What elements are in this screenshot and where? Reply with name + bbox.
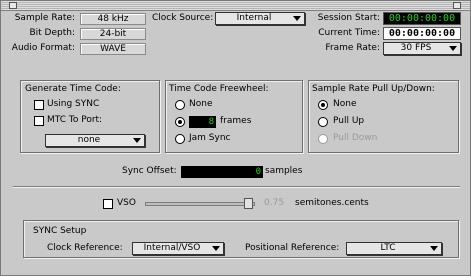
freewheel-none-label: None: [189, 99, 213, 109]
frame-rate-popup[interactable]: 30 FPS: [383, 42, 461, 55]
pull-up-down-title: Sample Rate Pull Up/Down:: [312, 84, 435, 94]
audio-format-label: Audio Format:: [11, 43, 75, 53]
mtc-port-popup[interactable]: none: [45, 134, 145, 147]
divider: [13, 186, 460, 188]
generate-time-code-title: Generate Time Code:: [25, 84, 121, 94]
clock-source-popup[interactable]: Internal: [215, 12, 305, 25]
vso-label: VSO: [117, 198, 136, 208]
pull-up-label: Pull Up: [333, 116, 365, 126]
mtc-to-port-checkbox[interactable]: [34, 116, 44, 126]
window-title-bar[interactable]: [1, 1, 470, 11]
mtc-to-port-label: MTC To Port:: [47, 115, 103, 125]
sync-offset-label: Sync Offset:: [122, 166, 177, 176]
session-setup-window: Sample Rate: 48 kHz Bit Depth: 24-bit Au…: [0, 0, 471, 276]
chevron-down-icon: [293, 16, 301, 21]
pull-down-radio: [318, 134, 328, 144]
positional-reference-value: LTC: [380, 243, 396, 253]
freewheel-frames-field[interactable]: 8: [189, 116, 216, 128]
session-start-label: Session Start:: [317, 13, 380, 23]
vso-slider-thumb[interactable]: [244, 198, 253, 209]
current-time-counter: 00:00:00:00: [383, 27, 461, 40]
clock-reference-popup[interactable]: Internal/VSO: [132, 242, 224, 255]
sync-offset-unit: samples: [265, 166, 303, 176]
freewheel-none-radio[interactable]: [175, 100, 185, 110]
clock-reference-value: Internal/VSO: [143, 243, 201, 253]
frame-rate-label: Frame Rate:: [325, 43, 380, 53]
freewheel-jam-sync-label: Jam Sync: [189, 133, 231, 143]
sync-setup-title: SYNC Setup: [33, 226, 87, 236]
positional-reference-popup[interactable]: LTC: [346, 242, 442, 255]
positional-reference-label: Positional Reference:: [245, 243, 340, 253]
pull-up-radio[interactable]: [318, 117, 328, 127]
zoom-box-icon[interactable]: [453, 2, 461, 9]
chevron-down-icon: [449, 46, 457, 51]
vso-unit: semitones.cents: [295, 198, 369, 208]
clock-reference-label: Clock Reference:: [47, 243, 123, 253]
vso-checkbox[interactable]: [103, 199, 113, 209]
vso-slider-track[interactable]: [145, 202, 255, 206]
pull-none-radio[interactable]: [318, 100, 328, 110]
using-sync-label: Using SYNC: [47, 99, 100, 109]
freewheel-title: Time Code Freewheel:: [169, 84, 269, 94]
clock-source-label: Clock Source:: [152, 13, 214, 23]
audio-format-value: WAVE: [80, 43, 146, 55]
bit-depth-label: Bit Depth:: [29, 28, 75, 38]
close-box-icon[interactable]: [9, 2, 17, 9]
chevron-down-icon: [212, 246, 220, 251]
sample-rate-value: 48 kHz: [80, 13, 146, 25]
frame-rate-value: 30 FPS: [400, 43, 432, 53]
pull-none-label: None: [333, 99, 357, 109]
clock-source-value: Internal: [236, 13, 272, 23]
using-sync-checkbox[interactable]: [34, 100, 44, 110]
mtc-port-value: none: [77, 135, 101, 145]
sample-rate-label: Sample Rate:: [14, 13, 75, 23]
freewheel-jam-sync-radio[interactable]: [175, 134, 185, 144]
freewheel-frames-radio[interactable]: [175, 117, 185, 127]
current-time-label: Current Time:: [318, 28, 380, 38]
sync-offset-field[interactable]: 0: [181, 166, 263, 178]
pull-down-label: Pull Down: [333, 133, 378, 143]
session-start-counter[interactable]: 00:00:00:00: [383, 12, 461, 25]
vso-value: 0.75: [264, 198, 285, 208]
bit-depth-value: 24-bit: [80, 28, 146, 40]
chevron-down-icon: [133, 138, 141, 143]
chevron-down-icon: [430, 246, 438, 251]
freewheel-frames-label: frames: [220, 116, 252, 126]
